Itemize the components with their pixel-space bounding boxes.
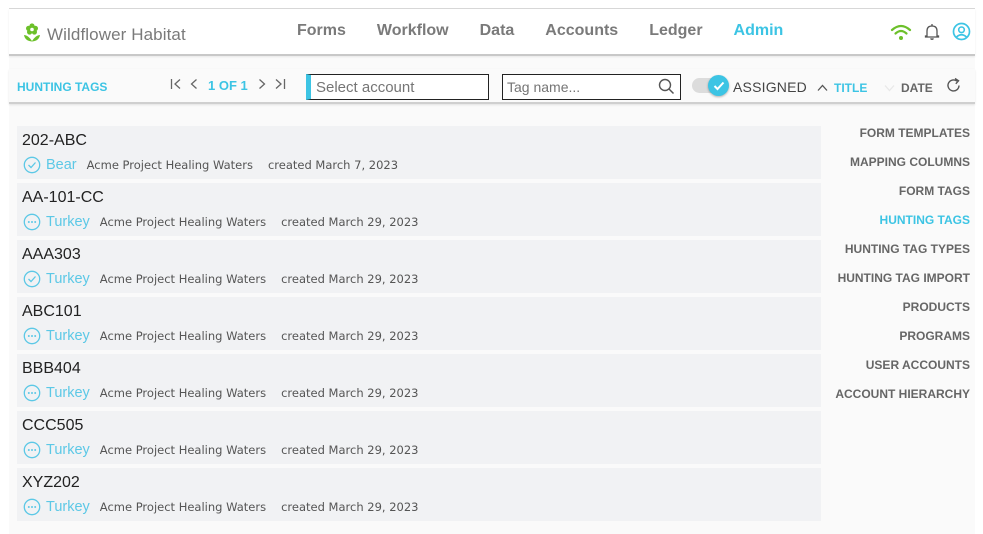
tag-title: BBB404 xyxy=(22,360,81,377)
brand[interactable]: Wildflower Habitat xyxy=(23,22,186,47)
side-item-hunting-tag-import[interactable]: HUNTING TAG IMPORT xyxy=(835,270,970,299)
tag-created: created March 29, 2023 xyxy=(281,386,419,400)
toggle-knob xyxy=(708,75,729,96)
main-nav: Forms Workflow Data Accounts Ledger Admi… xyxy=(297,22,814,40)
tag-account: Acme Project Healing Waters xyxy=(99,500,267,514)
tag-account: Acme Project Healing Waters xyxy=(86,158,253,172)
tag-type: Turkey xyxy=(46,214,90,230)
side-item-user-accounts[interactable]: USER ACCOUNTS xyxy=(835,357,970,386)
tag-row[interactable]: 202-ABC Bear Acme Project Healing Waters… xyxy=(17,126,821,179)
pending-circle-icon xyxy=(23,498,41,516)
chevron-up-icon xyxy=(817,79,828,97)
tag-created: created March 29, 2023 xyxy=(281,272,419,286)
tag-row[interactable]: AAA303 Turkey Acme Project Healing Water… xyxy=(17,240,821,293)
tag-title: CCC505 xyxy=(22,417,84,434)
tag-name-search xyxy=(502,74,681,100)
app-page: Wildflower Habitat Forms Workflow Data A… xyxy=(9,8,975,534)
tag-created: created March 29, 2023 xyxy=(281,215,419,229)
sort-title-label: TITLE xyxy=(834,81,868,95)
tag-title: ABC101 xyxy=(22,303,82,320)
tag-row[interactable]: ABC101 Turkey Acme Project Healing Water… xyxy=(17,297,821,350)
brand-name: Wildflower Habitat xyxy=(47,24,186,44)
tag-created: created March 29, 2023 xyxy=(281,500,419,514)
tag-title: AA-101-CC xyxy=(22,189,104,206)
pending-circle-icon xyxy=(23,213,41,231)
header-icons xyxy=(890,22,971,41)
toolbar-title: HUNTING TAGS xyxy=(17,80,108,94)
tag-type: Bear xyxy=(46,157,77,173)
assigned-label: ASSIGNED xyxy=(733,79,807,95)
check-circle-icon xyxy=(23,270,41,288)
side-item-products[interactable]: PRODUCTS xyxy=(835,299,970,328)
nav-workflow[interactable]: Workflow xyxy=(377,22,449,40)
bell-icon[interactable] xyxy=(924,23,940,41)
page-indicator: 1 OF 1 xyxy=(208,78,248,93)
check-icon xyxy=(713,81,724,90)
tag-account: Acme Project Healing Waters xyxy=(99,329,267,343)
side-item-form-templates[interactable]: FORM TEMPLATES xyxy=(835,125,970,154)
search-icon[interactable] xyxy=(658,78,675,100)
tag-row[interactable]: XYZ202 Turkey Acme Project Healing Water… xyxy=(17,468,821,521)
tag-row[interactable]: BBB404 Turkey Acme Project Healing Water… xyxy=(17,354,821,407)
hunting-tag-list: 202-ABC Bear Acme Project Healing Waters… xyxy=(17,126,821,525)
side-item-hunting-tags[interactable]: HUNTING TAGS xyxy=(835,212,970,241)
pending-circle-icon xyxy=(23,441,41,459)
tag-account: Acme Project Healing Waters xyxy=(99,443,267,457)
last-page-icon[interactable] xyxy=(274,78,286,93)
tag-created: created March 29, 2023 xyxy=(281,443,419,457)
tag-type: Turkey xyxy=(46,271,90,287)
nav-admin[interactable]: Admin xyxy=(734,22,784,40)
tag-account: Acme Project Healing Waters xyxy=(99,386,267,400)
tag-type: Turkey xyxy=(46,328,90,344)
nav-accounts[interactable]: Accounts xyxy=(545,22,618,40)
tag-title: XYZ202 xyxy=(22,474,80,491)
sort-by-title-button[interactable]: TITLE xyxy=(817,79,867,97)
list-toolbar: HUNTING TAGS 1 OF 1 Select account Tag n… xyxy=(9,69,975,104)
assigned-toggle[interactable] xyxy=(692,75,729,96)
admin-side-menu: FORM TEMPLATES MAPPING COLUMNS FORM TAGS… xyxy=(835,125,970,415)
chevron-down-icon xyxy=(884,79,895,97)
side-item-account-hierarchy[interactable]: ACCOUNT HIERARCHY xyxy=(835,386,970,415)
next-page-icon[interactable] xyxy=(258,78,266,93)
flower-icon xyxy=(23,22,41,47)
tag-name-input[interactable] xyxy=(503,75,653,98)
pager: 1 OF 1 xyxy=(170,78,286,93)
tag-account: Acme Project Healing Waters xyxy=(99,272,267,286)
tag-type: Turkey xyxy=(46,499,90,515)
tag-row[interactable]: CCC505 Turkey Acme Project Healing Water… xyxy=(17,411,821,464)
pending-circle-icon xyxy=(23,384,41,402)
first-page-icon[interactable] xyxy=(170,78,182,93)
tag-title: AAA303 xyxy=(22,246,81,263)
nav-forms[interactable]: Forms xyxy=(297,22,346,40)
select-account-input[interactable] xyxy=(306,74,489,100)
tag-type: Turkey xyxy=(46,385,90,401)
side-item-hunting-tag-types[interactable]: HUNTING TAG TYPES xyxy=(835,241,970,270)
pending-circle-icon xyxy=(23,327,41,345)
tag-title: 202-ABC xyxy=(22,132,87,149)
top-header: Wildflower Habitat Forms Workflow Data A… xyxy=(9,9,975,56)
user-circle-icon[interactable] xyxy=(952,22,971,41)
sort-date-label: DATE xyxy=(901,81,933,95)
tag-account: Acme Project Healing Waters xyxy=(99,215,267,229)
prev-page-icon[interactable] xyxy=(190,78,198,93)
wifi-icon[interactable] xyxy=(890,23,912,41)
side-item-mapping-columns[interactable]: MAPPING COLUMNS xyxy=(835,154,970,183)
side-item-form-tags[interactable]: FORM TAGS xyxy=(835,183,970,212)
sort-by-date-button[interactable]: DATE xyxy=(884,79,933,97)
nav-ledger[interactable]: Ledger xyxy=(649,22,702,40)
tag-created: created March 29, 2023 xyxy=(281,329,419,343)
tag-row[interactable]: AA-101-CC Turkey Acme Project Healing Wa… xyxy=(17,183,821,236)
side-item-programs[interactable]: PROGRAMS xyxy=(835,328,970,357)
tag-created: created March 7, 2023 xyxy=(267,158,399,172)
nav-data[interactable]: Data xyxy=(480,22,515,40)
check-circle-icon xyxy=(23,156,41,174)
refresh-icon[interactable] xyxy=(945,77,962,99)
tag-type: Turkey xyxy=(46,442,90,458)
